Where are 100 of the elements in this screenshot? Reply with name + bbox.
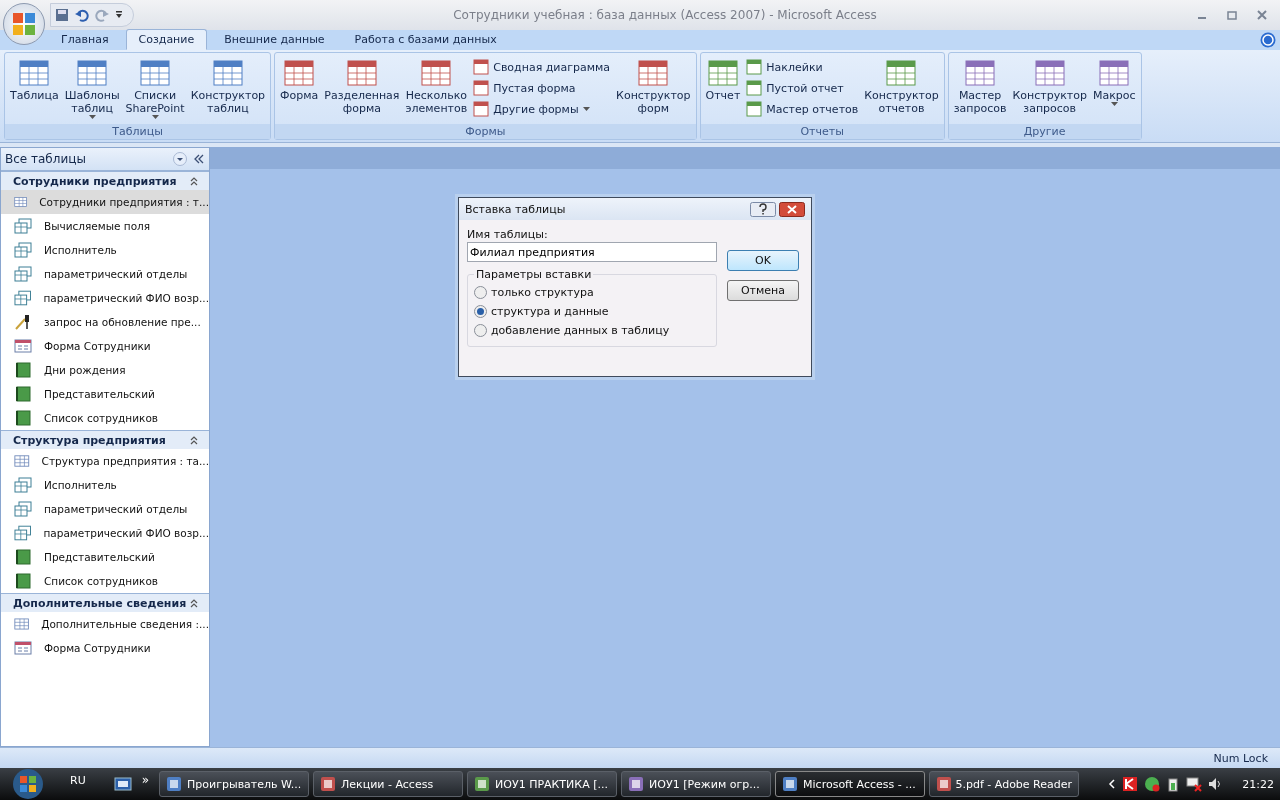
nav-item[interactable]: Исполнитель [1, 238, 209, 262]
book-icon [14, 549, 32, 565]
close-icon[interactable] [1256, 9, 1268, 21]
speaker-icon[interactable] [1208, 776, 1223, 792]
dropdown-icon[interactable] [173, 152, 187, 166]
ribbon-button[interactable]: Мастер запросов [950, 55, 1010, 117]
radio-button[interactable] [474, 286, 487, 299]
nav-item[interactable]: Представительский [1, 545, 209, 569]
radio-button[interactable] [474, 305, 487, 318]
grid-icon [1033, 57, 1066, 89]
ribbon-button[interactable]: Конструктор запросов [1009, 55, 1090, 117]
nav-item[interactable]: Форма Сотрудники [1, 334, 209, 358]
taskbar-button[interactable]: Проигрыватель W... [159, 771, 310, 797]
close-button[interactable] [779, 201, 805, 217]
save-icon[interactable] [55, 8, 69, 22]
collapse-up-icon[interactable] [189, 435, 199, 445]
form-icon [473, 59, 490, 75]
grid-icon [964, 57, 997, 89]
dialog-button[interactable]: Отмена [727, 280, 799, 301]
language-indicator[interactable]: RU [70, 773, 86, 787]
nav-item[interactable]: Дополнительные сведения :... [1, 612, 209, 636]
ribbon-button[interactable]: Форма [277, 55, 322, 104]
nav-pane-title: Все таблицы [5, 152, 87, 166]
grid-icon [14, 194, 28, 210]
taskbar-button[interactable]: ИОУ1 ПРАКТИКА [... [467, 771, 618, 797]
ribbon-tab[interactable]: Работа с базами данных [341, 29, 510, 50]
ribbon-tab[interactable]: Главная [48, 29, 122, 50]
ribbon-button[interactable]: Сводная диаграмма [470, 57, 614, 77]
ribbon-button[interactable]: Конструктор таблиц [187, 55, 269, 117]
form-icon [473, 101, 490, 117]
dialog-button[interactable]: OK [727, 250, 799, 271]
ribbon-button[interactable]: Конструктор форм [613, 55, 694, 117]
taskbar-button[interactable]: Лекции - Access [313, 771, 464, 797]
nav-item[interactable]: параметрический отделы [1, 262, 209, 286]
nav-item[interactable]: Список сотрудников [1, 569, 209, 593]
nav-group-header[interactable]: Дополнительные сведения [1, 593, 209, 612]
radio-button[interactable] [474, 324, 487, 337]
nav-item[interactable]: Вычисляемые поля [1, 214, 209, 238]
frame-label: Параметры вставки [475, 268, 593, 281]
ribbon-button[interactable]: Несколько элементов [402, 55, 471, 117]
ribbon-button[interactable]: Пустая форма [470, 78, 614, 98]
desktop-icon[interactable] [113, 776, 132, 792]
power-icon[interactable] [1166, 776, 1181, 792]
ribbon-button[interactable]: Шаблоны таблиц [61, 55, 123, 121]
radio-option[interactable]: только структура [474, 283, 710, 302]
ribbon-button[interactable]: Списки SharePoint [122, 55, 188, 121]
collapse-up-icon[interactable] [189, 176, 199, 186]
overflow-button[interactable]: » [141, 773, 150, 787]
stacked-grid-icon [14, 477, 32, 493]
nav-item[interactable]: Форма Сотрудники [1, 636, 209, 660]
network-icon[interactable] [1186, 776, 1203, 792]
nav-group-header[interactable]: Сотрудники предприятия [1, 171, 209, 190]
ribbon-button[interactable]: Разделенная форма [321, 55, 403, 117]
chevron-left-icon[interactable] [1108, 779, 1117, 789]
customize-arrow-icon[interactable] [115, 10, 123, 20]
ribbon-button[interactable]: Пустой отчет [743, 78, 862, 98]
nav-item[interactable]: Дни рождения [1, 358, 209, 382]
nav-item[interactable]: Список сотрудников [1, 406, 209, 430]
window-title: Сотрудники учебная : база данных (Access 2007) - Microsoft Access [452, 8, 878, 22]
ribbon-button[interactable]: Мастер отчетов [743, 99, 862, 119]
ribbon-tab[interactable]: Создание [125, 29, 208, 50]
ribbon-button[interactable]: Конструктор отчетов [861, 55, 942, 117]
grid-icon [885, 57, 918, 89]
taskbar-button[interactable]: 5.pdf - Adobe Reader [929, 771, 1080, 797]
ribbon-button[interactable]: Наклейки [743, 57, 862, 77]
restore-icon[interactable] [1226, 9, 1238, 21]
ribbon-button[interactable]: Макрос [1089, 55, 1139, 108]
undo-icon[interactable] [75, 8, 89, 22]
nav-item[interactable]: параметрический ФИО возр... [1, 286, 209, 310]
office-logo-icon [11, 11, 37, 37]
nav-item[interactable]: Структура предприятия : та... [1, 449, 209, 473]
group-label: Таблицы [5, 124, 271, 139]
collapse-icon[interactable] [193, 153, 205, 165]
ribbon-button[interactable]: Отчет [702, 55, 744, 104]
radio-option[interactable]: добавление данных в таблицу [474, 321, 710, 340]
ribbon-button[interactable]: Другие формы [470, 99, 614, 119]
stacked-grid-icon [14, 242, 32, 258]
nav-pane-header[interactable]: Все таблицы [1, 148, 209, 171]
nav-item[interactable]: запрос на обновление пре... [1, 310, 209, 334]
help-icon[interactable] [1260, 32, 1276, 48]
group-label: Формы [275, 124, 696, 139]
nav-item[interactable]: Сотрудники предприятия : т... [1, 190, 209, 214]
radio-option[interactable]: структура и данные [474, 302, 710, 321]
taskbar-button[interactable]: Microsoft Access - ... [775, 771, 926, 797]
grid-icon [637, 57, 670, 89]
ribbon-button[interactable]: Таблица [7, 55, 62, 104]
form-icon [746, 101, 763, 117]
table-name-field[interactable]: Филиал предприятия [467, 242, 717, 262]
nav-item[interactable]: Исполнитель [1, 473, 209, 497]
form-icon [14, 640, 32, 656]
nav-item[interactable]: параметрический отделы [1, 497, 209, 521]
taskbar-button[interactable]: ИОУ1 [Режим огр... [621, 771, 772, 797]
nav-group-header[interactable]: Структура предприятия [1, 430, 209, 449]
office-button[interactable] [3, 3, 45, 45]
ribbon-tab[interactable]: Внешние данные [211, 29, 338, 50]
nav-item[interactable]: Представительский [1, 382, 209, 406]
help-button[interactable] [750, 201, 776, 217]
collapse-up-icon[interactable] [189, 598, 199, 608]
stacked-grid-icon [14, 290, 32, 306]
nav-item[interactable]: параметрический ФИО возр... [1, 521, 209, 545]
